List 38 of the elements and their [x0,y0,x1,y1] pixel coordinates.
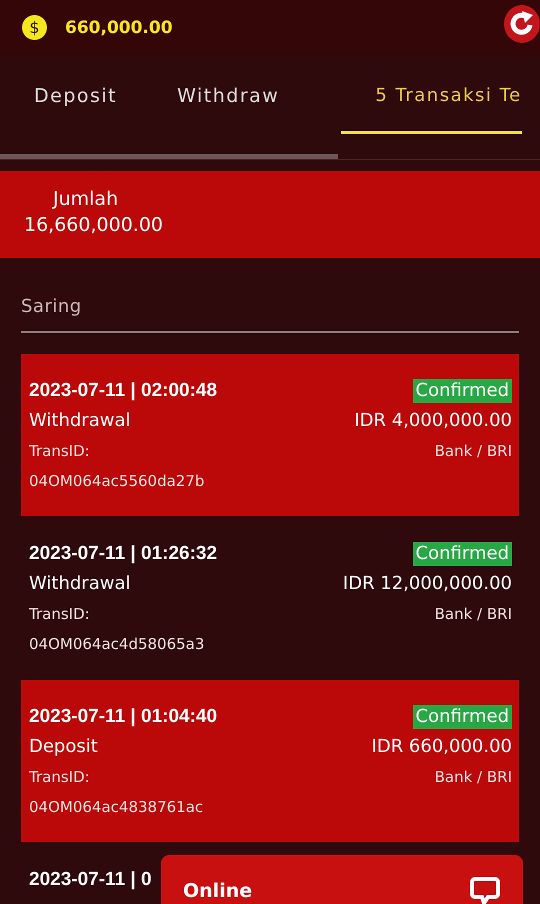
trans-id-label: TransID: [29,441,90,462]
refresh-icon[interactable] [504,5,540,43]
transaction-type: Withdrawal [29,572,130,596]
balance-amount: 660,000.00 [65,18,173,38]
transaction-datetime: 2023-07-11 | 01:26:32 [29,542,218,566]
chat-widget[interactable]: Online [161,855,523,904]
trans-id: 04OM064ac4838761ac [29,797,204,818]
payment-method: Bank / BRI [434,441,512,462]
tab[interactable]: 5 Transaksi Te [341,55,522,134]
trans-id: 04OM064ac4d58065a3 [29,634,204,655]
payment-method: Bank / BRI [434,767,512,788]
tab[interactable]: Withdraw [177,55,280,135]
payment-method: Bank / BRI [434,604,512,625]
status-badge: Confirmed [412,542,512,566]
transaction-card[interactable]: 2023-07-11 | 01:26:32 Confirmed Withdrawal IDR 12,000,000.00 TransID: Bank / BRI 04OM064ac4d58065a3 [21,517,519,679]
transaction-datetime: 2023-07-11 | 02:00:48 [29,379,218,403]
filter-label[interactable]: Saring [21,296,82,317]
transaction-datetime: 2023-07-11 | 0 [29,868,152,892]
transaction-amount: IDR 12,000,000.00 [342,572,512,596]
chat-icon [470,876,500,904]
chat-status: Online [183,880,252,902]
status-badge: Confirmed [412,705,512,729]
transaction-type: Deposit [29,735,98,759]
transaction-datetime: 2023-07-11 | 01:04:40 [29,705,218,729]
transaction-card[interactable]: 2023-07-11 | 01:04:40 Confirmed Deposit IDR 660,000.00 TransID: Bank / BRI 04OM064ac4838761ac [21,680,519,842]
transaction-card[interactable]: 2023-07-11 | 0 [21,843,159,903]
coin-icon: $ [22,15,47,40]
total-label: Jumlah [53,188,120,210]
trans-id: 04OM064ac5560da27b [29,471,204,492]
transaction-amount: IDR 660,000.00 [372,735,512,759]
trans-id-label: TransID: [29,604,90,625]
transaction-amount: IDR 4,000,000.00 [354,409,512,433]
status-badge: Confirmed [412,379,512,403]
tab[interactable]: Deposit [34,55,118,135]
transaction-card[interactable]: 2023-07-11 | 02:00:48 Confirmed Withdrawal IDR 4,000,000.00 TransID: Bank / BRI 04OM064ac5560da27b [21,354,519,516]
trans-id-label: TransID: [29,767,90,788]
total-amount: 16,660,000.00 [24,214,164,236]
transaction-type: Withdrawal [29,409,130,433]
